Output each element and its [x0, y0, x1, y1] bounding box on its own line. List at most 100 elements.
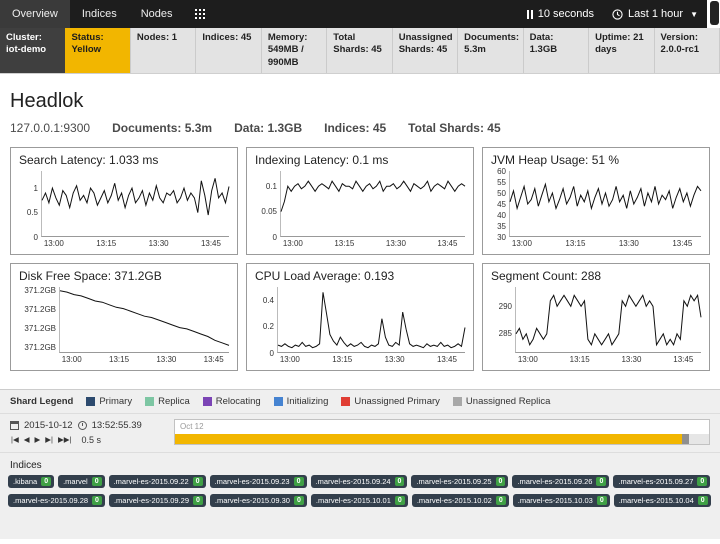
- y-tick-label: 0.5: [20, 208, 38, 217]
- timeline-progress: [175, 434, 682, 444]
- step-back-button[interactable]: ◀: [23, 435, 31, 444]
- y-tick-label: 0.05: [256, 207, 277, 216]
- x-tick-label: 13:15: [332, 355, 352, 364]
- index-name: .marvel-es-2015.09.24: [316, 477, 391, 486]
- rewind-button[interactable]: |◀: [10, 435, 20, 444]
- chart-plot: 28529013:0013:1513:3013:45: [515, 287, 701, 353]
- index-badge[interactable]: .marvel-es-2015.09.280: [8, 494, 105, 507]
- clock-icon: [612, 9, 623, 20]
- y-tick-label: 290: [492, 302, 512, 311]
- index-badge[interactable]: .kibana0: [8, 475, 54, 488]
- legend-label: Replica: [158, 396, 190, 407]
- nav-tabs: Overview Indices Nodes: [0, 0, 215, 28]
- y-tick-label: 371.2GB: [20, 305, 56, 314]
- index-badge[interactable]: .marvel-es-2015.10.020: [412, 494, 509, 507]
- timeline-slider[interactable]: Oct 12: [174, 419, 710, 445]
- index-count-badge: 0: [294, 496, 304, 505]
- index-badge[interactable]: .marvel-es-2015.09.30 0: [210, 494, 307, 507]
- fast-forward-button[interactable]: ▶▶|: [57, 435, 72, 444]
- y-tick-label: 0: [256, 349, 274, 358]
- x-tick-label: 13:00: [62, 355, 82, 364]
- index-badge[interactable]: .marvel-es-2015.09.230: [210, 475, 307, 488]
- index-badge[interactable]: .marvel-es-2015.09.270: [613, 475, 710, 488]
- index-count-badge: 0: [395, 496, 405, 505]
- timeline: 2015-10-12 13:52:55.39 |◀◀▶▶|▶▶| 0.5 s O…: [0, 414, 720, 452]
- chart-panel-jvm-heap-usage: JVM Heap Usage: 51 %3035404550556013:001…: [482, 147, 710, 255]
- timeline-marker[interactable]: [682, 434, 689, 444]
- index-count-badge: 0: [597, 496, 607, 505]
- apps-grid-icon-svg: [195, 9, 205, 19]
- x-tick-label: 13:15: [96, 239, 116, 248]
- index-name: .marvel-es-2015.09.30: [215, 496, 290, 505]
- index-badge[interactable]: .marvel-es-2015.10.010: [311, 494, 408, 507]
- legend-swatch: [274, 397, 283, 406]
- x-tick-label: 13:15: [334, 239, 354, 248]
- index-badge[interactable]: .marvel-es-2015.09.220: [109, 475, 206, 488]
- y-tick-label: 40: [492, 211, 506, 220]
- step-forward-button[interactable]: ▶|: [44, 435, 54, 444]
- timeline-date[interactable]: 2015-10-12: [24, 420, 73, 431]
- cluster-cell-7: Documents: 5.3m: [458, 28, 523, 73]
- index-count-badge: 0: [92, 496, 102, 505]
- chart-panel-disk-free-space: Disk Free Space: 371.2GB371.2GB371.2GB37…: [10, 263, 238, 371]
- chart-panel-cpu-load-average: CPU Load Average: 0.19300.20.413:0013:15…: [246, 263, 474, 371]
- playback-controls-row: |◀◀▶▶|▶▶| 0.5 s: [10, 435, 162, 445]
- index-badge[interactable]: .marvel-es-2015.09.260: [512, 475, 609, 488]
- stopwatch-icon: [78, 421, 87, 430]
- x-tick-label: 13:30: [149, 239, 169, 248]
- x-tick-label: 13:30: [619, 239, 639, 248]
- x-tick-label: 13:30: [156, 355, 176, 364]
- timeline-range-label: Oct 12: [180, 422, 204, 431]
- index-count-badge: 0: [193, 477, 203, 486]
- shard-legend-title: Shard Legend: [10, 396, 73, 407]
- x-tick-label: 13:45: [672, 239, 692, 248]
- x-tick-label: 13:30: [385, 355, 405, 364]
- index-name: .marvel-es-2015.10.03: [518, 496, 593, 505]
- legend-label: Initializing: [287, 396, 329, 407]
- index-count-badge: 0: [294, 477, 304, 486]
- cluster-cell-4: Memory: 549MB / 990MB: [262, 28, 327, 73]
- tab-nodes[interactable]: Nodes: [129, 0, 185, 28]
- refresh-interval-button[interactable]: 10 seconds: [518, 0, 603, 28]
- x-tick-label: 13:45: [201, 239, 221, 248]
- node-stats: Documents: 5.3mData: 1.3GBIndices: 45Tot…: [112, 121, 501, 135]
- legend-item-1: Replica: [145, 396, 190, 407]
- index-badge[interactable]: .marvel-es-2015.09.250: [411, 475, 508, 488]
- chart-title: Disk Free Space: 371.2GB: [19, 269, 229, 283]
- x-tick-label: 13:00: [44, 239, 64, 248]
- x-tick-label: 13:00: [283, 239, 303, 248]
- time-range-button[interactable]: Last 1 hour ▼: [603, 0, 707, 28]
- index-badge[interactable]: .marvel-es-2015.10.03 0: [513, 494, 610, 507]
- chart-line-svg: [278, 287, 465, 353]
- index-badge[interactable]: .marvel-es-2015.09.240: [311, 475, 408, 488]
- apps-grid-icon[interactable]: [185, 0, 215, 28]
- x-tick-label: 13:45: [204, 355, 224, 364]
- y-tick-label: 371.2GB: [20, 286, 56, 295]
- x-axis: 13:0013:1513:3013:45: [278, 354, 465, 366]
- pause-icon: [527, 10, 533, 19]
- chart-plot: 00.20.413:0013:1513:3013:45: [277, 287, 465, 353]
- shard-legend-items: PrimaryReplicaRelocatingInitializingUnas…: [86, 396, 550, 407]
- x-tick-label: 13:45: [437, 239, 457, 248]
- index-count-badge: 0: [596, 477, 606, 486]
- index-badge[interactable]: .marvel0: [58, 475, 105, 488]
- tab-overview[interactable]: Overview: [0, 0, 70, 28]
- index-name: .kibana: [13, 477, 37, 486]
- chart-plot: 371.2GB371.2GB371.2GB371.2GB13:0013:1513…: [59, 287, 229, 353]
- index-name: .marvel-es-2015.10.02: [417, 496, 492, 505]
- x-tick-label: 13:15: [570, 355, 590, 364]
- y-tick-label: 285: [492, 329, 512, 338]
- chart-panel-search-latency: Search Latency: 1.033 ms00.5113:0013:151…: [10, 147, 238, 255]
- index-count-badge: 0: [92, 477, 102, 486]
- timeline-controls-panel: 2015-10-12 13:52:55.39 |◀◀▶▶|▶▶| 0.5 s: [10, 420, 162, 445]
- scrollbar-thumb[interactable]: [710, 1, 719, 25]
- y-tick-label: 30: [492, 233, 506, 242]
- shard-legend: Shard Legend PrimaryReplicaRelocatingIni…: [0, 390, 720, 414]
- playback-controls: |◀◀▶▶|▶▶|: [10, 435, 72, 444]
- index-badge[interactable]: .marvel-es-2015.09.290: [109, 494, 206, 507]
- node-info: 127.0.0.1:9300 Documents: 5.3mData: 1.3G…: [10, 121, 710, 135]
- index-badge[interactable]: .marvel-es-2015.10.040: [614, 494, 711, 507]
- tab-indices[interactable]: Indices: [70, 0, 129, 28]
- chart-line-svg: [60, 287, 229, 353]
- play-button[interactable]: ▶: [34, 435, 42, 444]
